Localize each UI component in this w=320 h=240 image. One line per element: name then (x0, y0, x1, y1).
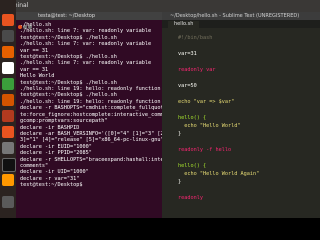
code-line: var=31 (178, 51, 197, 57)
code-line: hello() { (178, 115, 207, 121)
code-line: hello() { (178, 163, 207, 169)
code-line: } (178, 131, 182, 137)
editor-gutter (162, 30, 172, 218)
terminal-line: test@test:~/Desktop$ (20, 182, 83, 189)
code-line: echo "var => $var" (178, 99, 235, 105)
editor-window[interactable]: ~/Desktop/hello.sh - Sublime Text (UNREG… (162, 12, 320, 218)
terminal-line: declare -r SHELLOPTS="braceexpand:hashal… (20, 156, 162, 163)
editor-code[interactable]: #!/bin/bash var=31 readonly var var=50 e… (178, 34, 259, 202)
settings-icon[interactable] (2, 142, 14, 154)
code-line: readonly -f hello (178, 147, 232, 153)
dash-icon[interactable] (2, 14, 14, 26)
sublime-icon[interactable] (2, 174, 14, 186)
terminal-titlebar: testa@test: ~/Desktop (16, 12, 162, 29)
writer-icon[interactable] (2, 62, 14, 74)
code-line: } (178, 179, 182, 185)
software-center-icon[interactable] (2, 110, 14, 122)
editor-titlebar: ~/Desktop/hello.sh - Sublime Text (UNREG… (162, 12, 320, 20)
top-panel: Terminal (0, 0, 320, 12)
terminal-output[interactable]: ./hello.sh ./hello.sh: line 7: var: reado… (20, 22, 162, 189)
firefox-icon[interactable] (2, 46, 14, 58)
editor-tabbar: hello.sh (162, 20, 320, 28)
terminal-line: 3]="1" [4]="release" [5]="x86_64-pc-linu… (20, 137, 162, 144)
amazon-icon[interactable] (2, 126, 14, 138)
terminal-title: testa@test: ~/Desktop (38, 13, 96, 19)
launcher (0, 0, 16, 240)
files-icon[interactable] (2, 30, 14, 42)
trash-icon[interactable] (2, 196, 14, 208)
impress-icon[interactable] (2, 94, 14, 106)
terminal-window[interactable]: testa@test: ~/Desktop ./hello.sh ./hello.… (16, 12, 162, 218)
code-line: echo "Hello World Again" (178, 171, 260, 177)
terminal-line: declare -r BASHOPTS="cmdhist:complete_fu… (20, 105, 162, 112)
tab-hello-sh[interactable]: hello.sh (168, 21, 200, 28)
terminal-line: ./hello.sh: line 7: var: readonly variab… (20, 41, 152, 48)
code-line: echo "Hello World" (178, 123, 241, 129)
terminal-line: ./hello.sh: line 7: var: readonly variab… (20, 60, 152, 67)
terminal-line: ./hello.sh: line 7: var: readonly variab… (20, 28, 152, 35)
desktop: Terminal testa@test: ~/Desktop ./hello.s… (0, 0, 320, 240)
code-line: #!/bin/bash (178, 35, 213, 41)
calc-icon[interactable] (2, 78, 14, 90)
code-line: readonly var (178, 67, 216, 73)
terminal-icon[interactable] (2, 158, 16, 172)
code-line: readonly (178, 195, 203, 201)
video-bottom-bar (0, 218, 320, 240)
editor-title: ~/Desktop/hello.sh - Sublime Text (UNREG… (170, 13, 300, 19)
code-line: var=50 (178, 83, 197, 89)
